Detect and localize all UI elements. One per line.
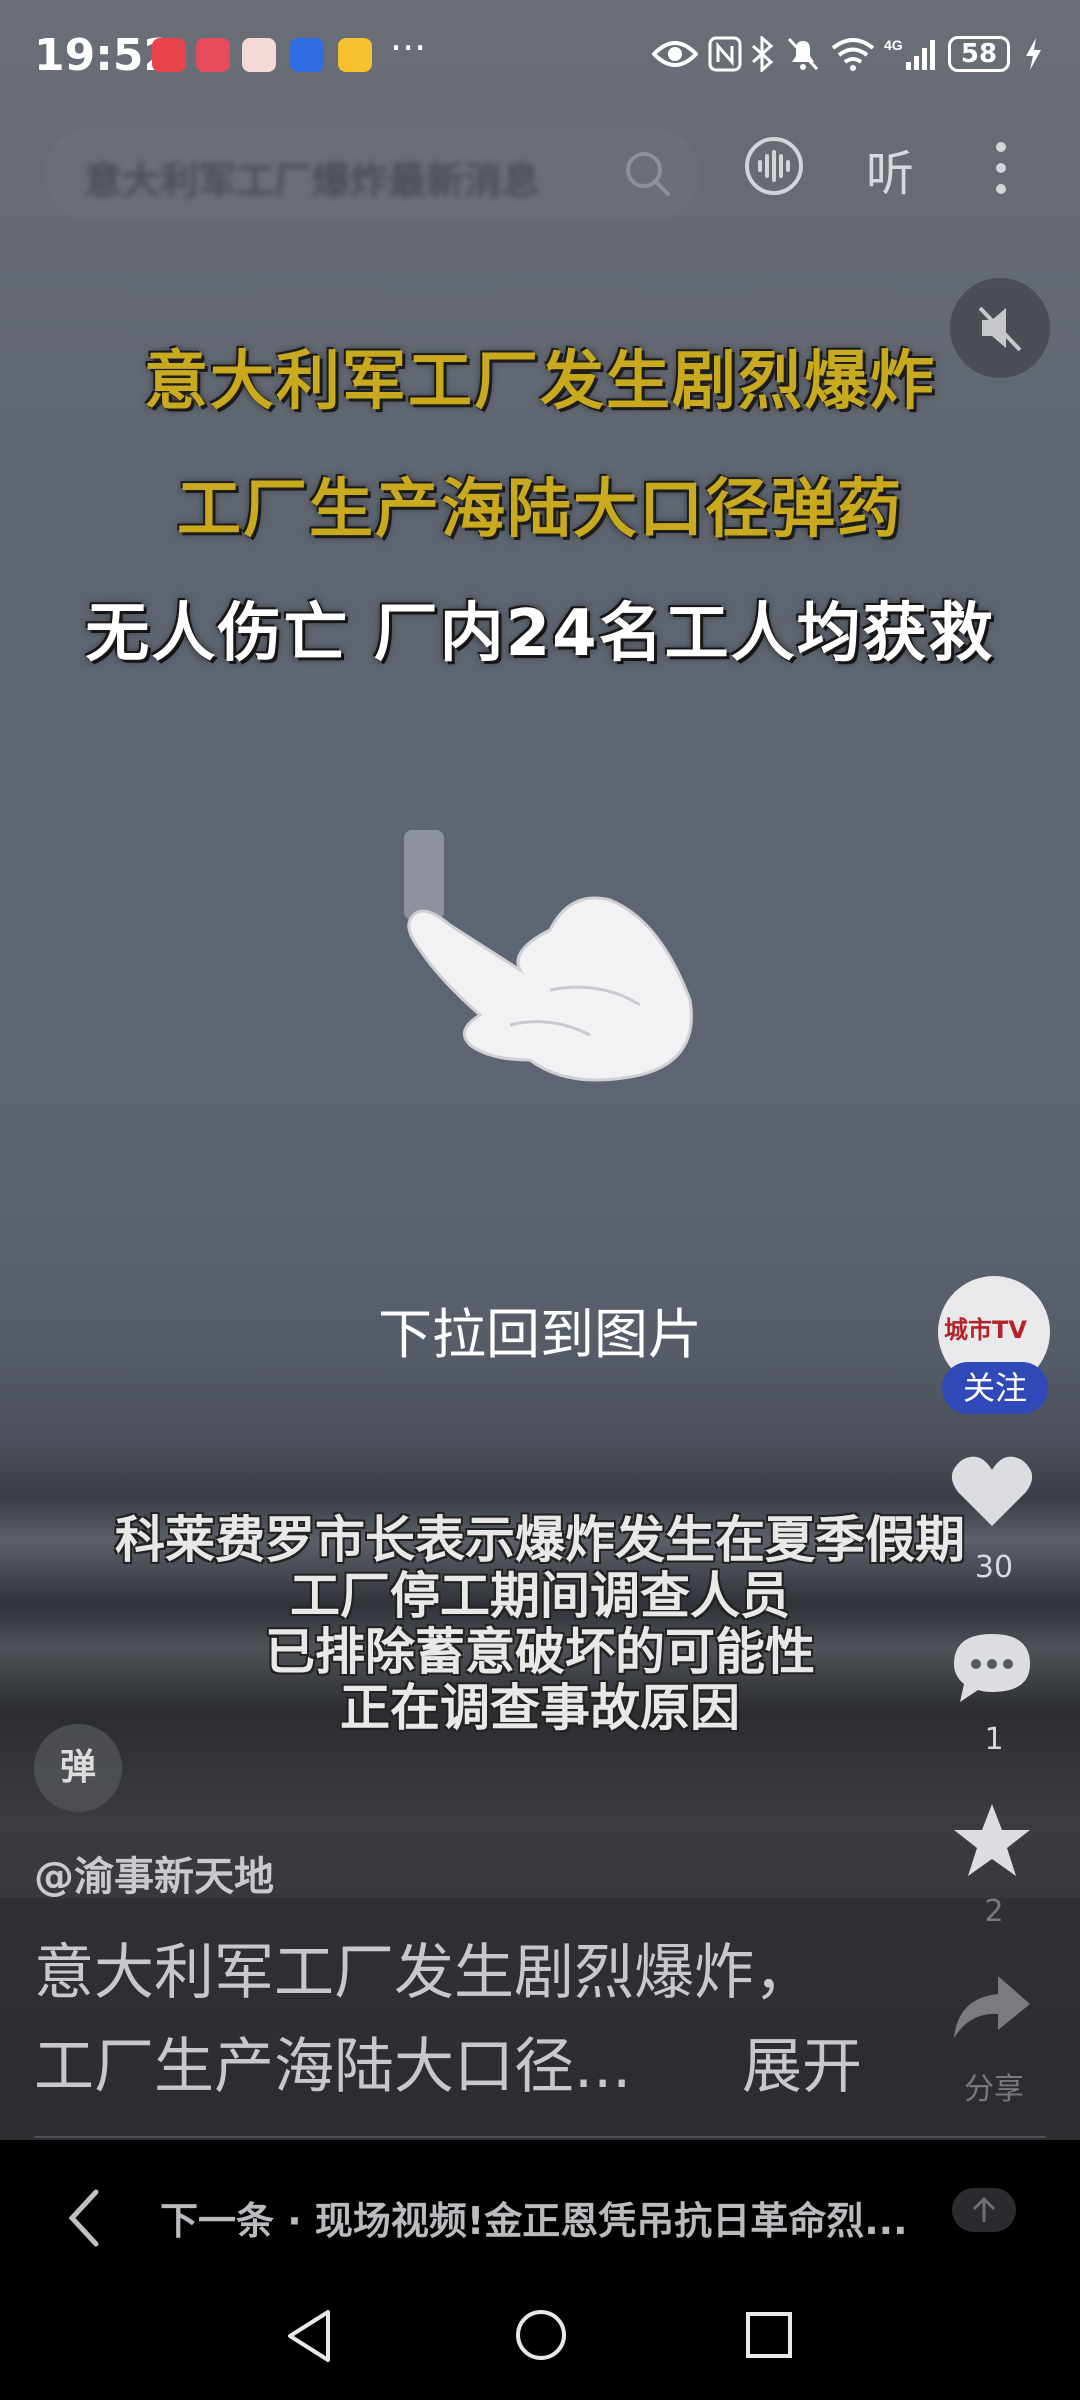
more-menu-icon[interactable]	[994, 140, 1008, 196]
headline-line-3: 无人伤亡 厂内24名工人均获救	[85, 597, 995, 671]
like-heart-icon[interactable]	[950, 1454, 1034, 1530]
headline-line-1: 意大利军工厂发生剧烈爆炸	[144, 345, 936, 419]
divider	[34, 2136, 1046, 2138]
charging-icon	[1026, 38, 1041, 70]
author-name[interactable]: @渝事新天地	[34, 1844, 274, 1902]
nav-back-icon[interactable]	[284, 2308, 334, 2364]
notes-app-icon	[152, 38, 186, 72]
subtitle-line-4: 正在调查事故原因	[340, 1679, 740, 1737]
status-bar: 19:52 ··· 4G 58	[0, 0, 1080, 118]
chevron-left-icon[interactable]	[66, 2188, 102, 2248]
avatar-logo-text: 城市TV	[944, 1316, 1027, 1344]
follow-button[interactable]: 关注	[942, 1362, 1048, 1414]
favorite-star-icon[interactable]	[950, 1800, 1034, 1880]
huawei-app-icon	[196, 38, 230, 72]
comment-count: 1	[984, 1722, 1004, 1757]
listen-button[interactable]: 听	[866, 134, 914, 204]
wifi-icon	[831, 38, 875, 71]
mute-bell-icon	[787, 37, 819, 71]
scroll-up-button[interactable]	[952, 2188, 1016, 2232]
nfc-icon	[708, 36, 742, 72]
more-notifications-icon: ···	[390, 26, 427, 70]
pull-down-hint: 下拉回到图片	[378, 1303, 702, 1366]
video-player[interactable]	[0, 0, 1080, 2140]
nav-recents-icon[interactable]	[744, 2310, 794, 2360]
search-icon[interactable]	[622, 148, 674, 200]
like-count: 30	[974, 1550, 1014, 1585]
next-video-title[interactable]: 下一条 · 现场视频!金正恩凭吊抗日革命烈...	[160, 2190, 920, 2245]
svg-text:4G: 4G	[884, 37, 903, 53]
description-line-2: 工厂生产海陆大口径...	[34, 2032, 632, 2102]
weibo-app-icon	[338, 38, 372, 72]
battery-indicator: 58	[948, 36, 1010, 72]
comment-icon[interactable]	[950, 1630, 1034, 1706]
signal-4g-icon: 4G	[884, 37, 935, 70]
system-nav-bar	[0, 2280, 1080, 2400]
hand-swipe-icon	[400, 830, 700, 1094]
danmaku-toggle[interactable]: 弹	[34, 1724, 122, 1812]
description-line-1: 意大利军工厂发生剧烈爆炸，	[34, 1938, 814, 2008]
car-app-icon	[290, 38, 324, 72]
audio-wave-icon[interactable]	[744, 136, 804, 196]
nav-home-icon[interactable]	[514, 2308, 568, 2362]
search-placeholder: 意大利军工厂爆炸最新消息	[84, 159, 541, 203]
bluetooth-icon	[752, 36, 774, 72]
game-app-icon	[242, 38, 276, 72]
expand-button[interactable]: 展开	[742, 2018, 862, 2105]
search-bar[interactable]: 意大利军工厂爆炸最新消息	[44, 128, 700, 220]
eye-icon	[652, 41, 698, 67]
arrow-up-icon	[972, 2196, 996, 2222]
headline-line-2: 工厂生产海陆大口径弹药	[177, 473, 903, 547]
